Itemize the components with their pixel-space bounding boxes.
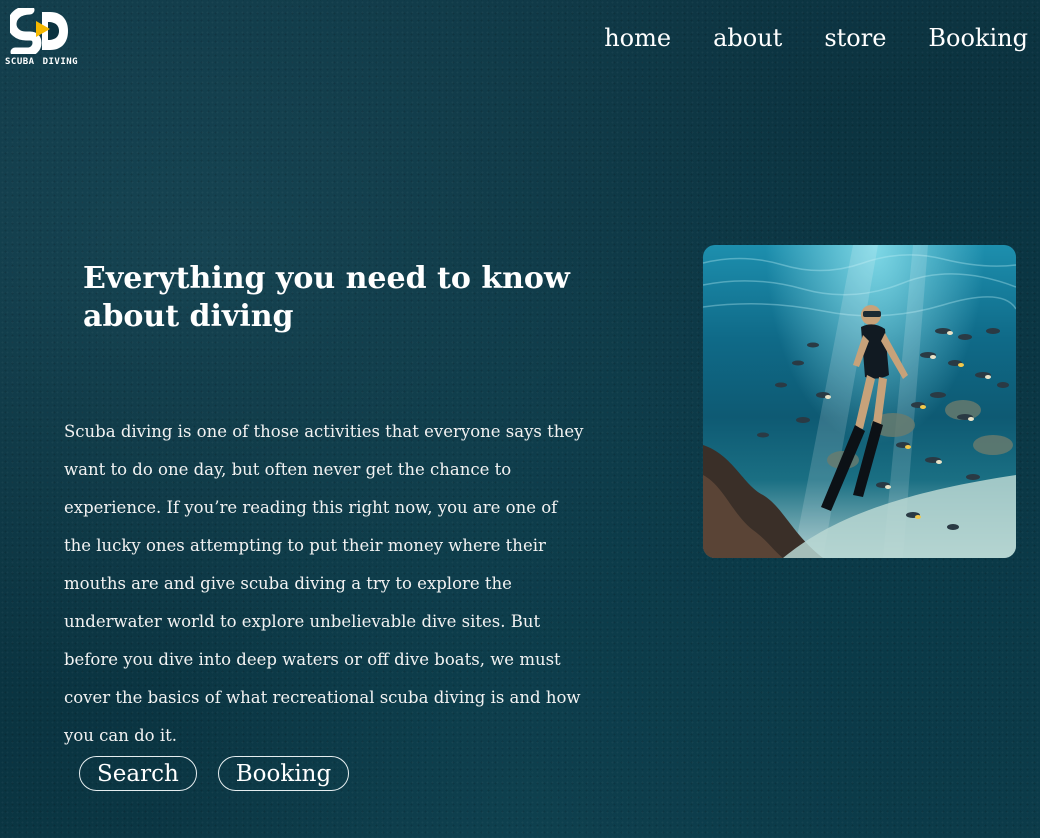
page-title: Everything you need to know about diving	[83, 261, 570, 334]
booking-button[interactable]: Booking	[217, 756, 350, 791]
main-nav: home about store Booking	[604, 24, 1028, 52]
nav-home-link[interactable]: home	[604, 24, 671, 52]
intro-paragraph: Scuba diving is one of those activities …	[64, 422, 584, 745]
logo-text-right: DIVING	[42, 57, 79, 67]
logo-mark-icon	[10, 8, 68, 54]
site-logo[interactable]: SCUBA DIVING	[4, 8, 78, 70]
logo-text-left: SCUBA	[5, 57, 35, 67]
underwater-scene-illustration	[703, 245, 1016, 558]
freediver-with-fish-photo	[703, 245, 1016, 558]
nav-store-link[interactable]: store	[824, 24, 886, 52]
logo-text: SCUBA DIVING	[5, 57, 78, 67]
nav-booking-link[interactable]: Booking	[928, 24, 1028, 52]
hero-actions: Search Booking	[79, 756, 350, 791]
nav-about-link[interactable]: about	[713, 24, 782, 52]
search-button[interactable]: Search	[79, 756, 197, 791]
